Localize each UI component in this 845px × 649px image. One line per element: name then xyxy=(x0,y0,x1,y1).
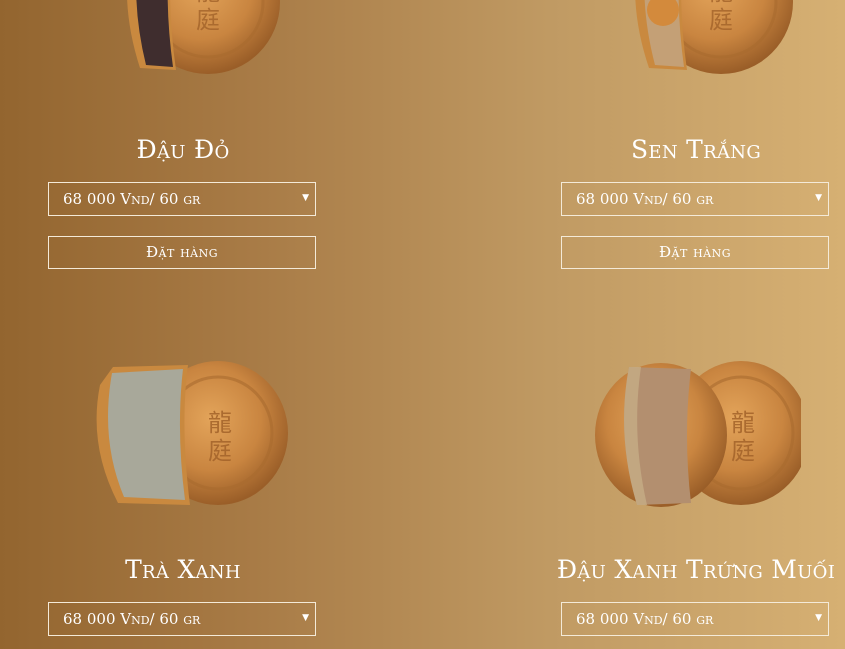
svg-text:庭: 庭 xyxy=(731,437,755,465)
price-select[interactable]: 68 000 Vnd/ 60 gr ▼ xyxy=(48,602,316,636)
mooncake-image: 龍 庭 xyxy=(561,0,831,80)
mooncake-image: 龍 庭 xyxy=(561,355,831,515)
dropdown-arrow-icon: ▼ xyxy=(815,193,822,203)
price-select[interactable]: 68 000 Vnd/ 60 gr ▼ xyxy=(48,182,316,216)
price-select[interactable]: 68 000 Vnd/ 60 gr ▼ xyxy=(561,602,829,636)
svg-text:庭: 庭 xyxy=(196,6,220,34)
order-button[interactable]: Đặt hàng xyxy=(561,236,829,269)
filling-swatch xyxy=(108,369,185,500)
product-name: Sen Trắng xyxy=(630,135,762,164)
price-select-value: 68 000 Vnd/ 60 gr xyxy=(576,190,714,208)
product-name: Đậu Xanh Trứng Muối xyxy=(556,555,836,584)
svg-text:龍: 龍 xyxy=(208,409,232,437)
order-button[interactable]: Đặt hàng xyxy=(48,236,316,269)
svg-text:庭: 庭 xyxy=(208,437,232,465)
dropdown-arrow-icon: ▼ xyxy=(302,613,309,623)
price-select-value: 68 000 Vnd/ 60 gr xyxy=(576,610,714,628)
mooncake-image: 龍 庭 xyxy=(48,355,318,515)
mooncake-icon: 龍 庭 xyxy=(595,361,801,507)
mooncake-icon: 龍 庭 xyxy=(635,0,793,74)
price-select-value: 68 000 Vnd/ 60 gr xyxy=(63,190,201,208)
dropdown-arrow-icon: ▼ xyxy=(815,613,822,623)
svg-text:庭: 庭 xyxy=(709,6,733,34)
mooncake-icon: 龍 庭 xyxy=(127,0,280,74)
dropdown-arrow-icon: ▼ xyxy=(302,193,309,203)
svg-text:龍: 龍 xyxy=(731,409,755,437)
price-select[interactable]: 68 000 Vnd/ 60 gr ▼ xyxy=(561,182,829,216)
mooncake-image: 龍 庭 xyxy=(48,0,318,80)
product-name: Trà Xanh xyxy=(125,555,241,584)
product-name: Đậu Đỏ xyxy=(136,135,230,164)
mooncake-icon: 龍 庭 xyxy=(96,361,288,505)
price-select-value: 68 000 Vnd/ 60 gr xyxy=(63,610,201,628)
